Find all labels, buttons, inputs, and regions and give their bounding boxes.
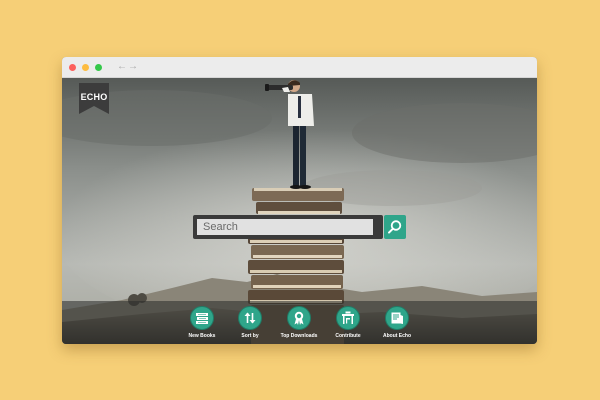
close-window-button[interactable] [69, 64, 76, 71]
sort-arrows-icon [238, 306, 262, 330]
browser-window: ← → ECHO Search New Books Sort by Top Do… [62, 57, 537, 344]
nav-label: Contribute [335, 333, 361, 339]
book-info-icon [385, 306, 409, 330]
search-input[interactable] [197, 219, 373, 235]
search-icon [388, 220, 402, 234]
back-arrow-icon[interactable]: ← [117, 61, 127, 73]
nav-label: About Echo [382, 333, 412, 339]
nav-item-sort-by[interactable]: Sort by [225, 306, 275, 342]
hero-background: ECHO Search New Books Sort by Top Downlo… [62, 78, 537, 344]
bottom-nav-bar: New Books Sort by Top Downloads Contribu… [62, 301, 537, 344]
maximize-window-button[interactable] [95, 64, 102, 71]
desk-chair-icon [336, 306, 360, 330]
minimize-window-button[interactable] [82, 64, 89, 71]
nav-label: Top Downloads [280, 333, 318, 339]
echo-logo[interactable]: ECHO [79, 83, 109, 114]
nav-label: New Books [188, 333, 216, 339]
nav-item-new-books[interactable]: New Books [177, 306, 227, 342]
nav-item-contribute[interactable]: Contribute [323, 306, 373, 342]
search-box [193, 215, 383, 239]
search-button[interactable] [384, 215, 406, 239]
nav-label: Sort by [241, 333, 259, 339]
nav-item-top-downloads[interactable]: Top Downloads [274, 306, 324, 342]
browser-titlebar: ← → [62, 57, 537, 78]
books-icon [190, 306, 214, 330]
logo-text: ECHO [80, 92, 108, 102]
nav-item-about-echo[interactable]: About Echo [372, 306, 422, 342]
forward-arrow-icon[interactable]: → [128, 61, 138, 73]
award-ribbon-icon [287, 306, 311, 330]
